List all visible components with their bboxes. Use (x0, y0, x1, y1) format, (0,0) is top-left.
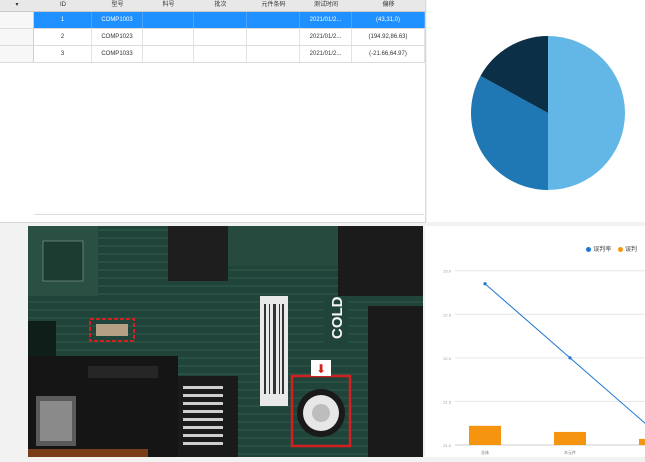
cell-id: 3 (34, 46, 92, 62)
arrow-down-icon: ⬇ (316, 362, 326, 376)
pcb-photo: COLD ⬇ (28, 226, 423, 457)
series-line (484, 283, 645, 444)
y-tick-label: 21.0 (443, 443, 452, 448)
row-handle[interactable] (0, 46, 34, 62)
pcb-inspection-image: COLD ⬇ (28, 226, 423, 457)
row-handle[interactable] (0, 12, 34, 28)
y-tick-label: 22.5 (443, 312, 452, 317)
chart-legend: 误判率 误判 (581, 244, 637, 253)
bar (554, 431, 586, 445)
cell-id: 1 (34, 12, 92, 28)
table-row[interactable]: 2 COMP1023 2021/01/2... (194.92,86.63) (0, 29, 425, 46)
cell-offset: (43,31,0) (352, 12, 425, 28)
y-tick-label: 21.5 (443, 399, 452, 404)
pie-chart (471, 36, 625, 190)
legend-item[interactable]: 误判率 (586, 246, 612, 253)
line-point (483, 282, 487, 286)
column-header-time[interactable]: 测试时间 (300, 0, 352, 11)
x-tick-label: 总体 (481, 449, 489, 455)
cell-time: 2021/01/2... (300, 29, 352, 45)
cell-barcode (247, 12, 300, 28)
legend-swatch (617, 246, 623, 252)
x-tick-label: 木元件 (564, 449, 576, 455)
cell-model: COMP1033 (92, 46, 143, 62)
legend-label: 误判率 (593, 247, 612, 253)
table-row[interactable]: 3 COMP1033 2021/01/2... (-21.66,64.97) (0, 46, 425, 63)
cell-offset: (194.92,86.63) (352, 29, 425, 45)
cell-part (143, 12, 194, 28)
table-header: ▾ ID 型号 料号 批次 元件条码 测试时间 偏移 (0, 0, 425, 12)
legend-label: 误判 (624, 247, 637, 253)
pie-chart-panel (427, 0, 645, 222)
combo-chart: 23.0 22.5 22.0 21.5 21.0 总体 木元件 (443, 269, 645, 455)
sort-indicator[interactable]: ▾ (0, 0, 34, 11)
cell-time: 2021/01/2... (300, 46, 352, 62)
line-chart-panel: 误判率 误判 23.0 22.5 22.0 21.5 21.0 总体 木元件 (425, 226, 645, 457)
cell-barcode (247, 46, 300, 62)
cell-batch (194, 46, 247, 62)
table-row[interactable]: 1 COMP1003 2021/01/2... (43,31,0) (0, 12, 425, 29)
cell-time: 2021/01/2... (300, 12, 352, 28)
cell-model: COMP1003 (92, 12, 143, 28)
column-header-id[interactable]: ID (34, 0, 92, 11)
bar (639, 438, 645, 445)
row-handle[interactable] (0, 29, 34, 45)
cell-batch (194, 29, 247, 45)
table-bottom-border (34, 214, 424, 215)
component-table: ▾ ID 型号 料号 批次 元件条码 测试时间 偏移 1 COMP1003 20… (0, 0, 426, 223)
column-header-model[interactable]: 型号 (92, 0, 143, 11)
y-tick-label: 22.0 (443, 356, 452, 361)
pie-slices (471, 36, 625, 190)
column-header-batch[interactable]: 批次 (194, 0, 247, 11)
cell-part (143, 29, 194, 45)
cell-id: 2 (34, 29, 92, 45)
board-silkscreen-label: COLD (329, 296, 346, 339)
column-header-part[interactable]: 料号 (143, 0, 194, 11)
cell-part (143, 46, 194, 62)
line-point (568, 356, 572, 360)
cell-batch (194, 12, 247, 28)
legend-swatch (586, 246, 592, 252)
cell-offset: (-21.66,64.97) (352, 46, 425, 62)
bar (469, 425, 501, 445)
column-header-offset[interactable]: 偏移 (352, 0, 425, 11)
column-header-barcode[interactable]: 元件条码 (247, 0, 300, 11)
legend-item[interactable]: 误判 (617, 246, 637, 253)
cell-barcode (247, 29, 300, 45)
pie-slice-1[interactable] (548, 36, 625, 190)
y-tick-label: 23.0 (443, 269, 452, 274)
cell-model: COMP1023 (92, 29, 143, 45)
